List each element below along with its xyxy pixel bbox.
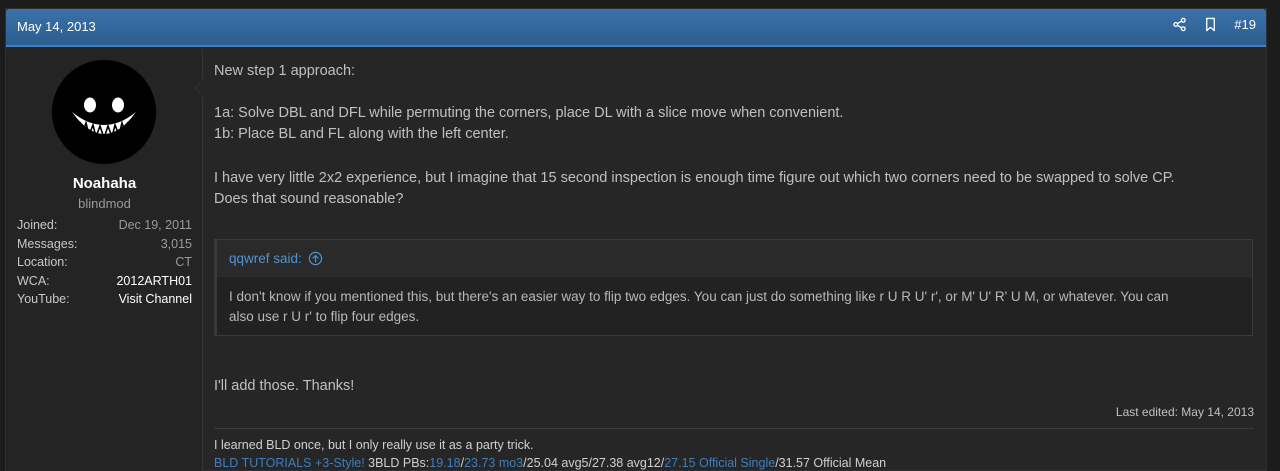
official-single-link[interactable]: 27.15 Official Single <box>664 456 775 470</box>
post-number-link[interactable]: #19 <box>1234 17 1256 32</box>
signature: I learned BLD once, but I only really us… <box>214 436 886 471</box>
stat-value: Dec 19, 2011 <box>118 218 192 232</box>
sig-official-mean: /31.57 Official Mean <box>775 456 887 470</box>
message-line: 1a: Solve DBL and DFL while permuting th… <box>214 105 844 121</box>
stat-youtube: YouTube: Visit Channel <box>17 292 192 311</box>
user-title: blindmod <box>78 196 131 211</box>
quote-line: also use r U r' to flip four edges. <box>229 309 420 324</box>
message-line: Does that sound reasonable? <box>214 191 404 207</box>
user-arrow <box>194 79 203 97</box>
stat-joined: Joined: Dec 19, 2011 <box>17 218 192 237</box>
signature-line: BLD TUTORIALS +3-Style! 3BLD PBs:19.18/2… <box>214 454 886 471</box>
message-paragraph: I have very little 2x2 experience, but I… <box>214 168 1254 210</box>
message-paragraph: New step 1 approach: <box>214 63 356 79</box>
stat-label: Location: <box>17 255 68 269</box>
message-paragraph: I'll add those. Thanks! <box>214 378 355 394</box>
sig-averages: /25.04 avg5/27.38 avg12/ <box>523 456 665 470</box>
quote-author-link[interactable]: qqwref said: <box>229 248 302 269</box>
avatar[interactable] <box>52 60 156 164</box>
share-icon[interactable] <box>1172 17 1187 32</box>
quote-body: I don't know if you mentioned this, but … <box>217 277 1252 337</box>
quote-line: I don't know if you mentioned this, but … <box>229 289 1169 304</box>
user-stats: Joined: Dec 19, 2011 Messages: 3,015 Loc… <box>17 218 192 311</box>
stat-label: YouTube: <box>17 292 70 306</box>
username[interactable]: Noahaha <box>6 175 203 192</box>
post-header: May 14, 2013 #19 <box>6 9 1266 47</box>
stat-location: Location: CT <box>17 255 192 274</box>
stat-label: WCA: <box>17 273 50 288</box>
arrow-up-circle-icon[interactable] <box>308 251 323 266</box>
signature-divider <box>214 428 1254 429</box>
mo3-pb-link[interactable]: 23.73 mo3 <box>464 456 523 470</box>
single-pb-link[interactable]: 19.18 <box>429 456 460 470</box>
bookmark-icon[interactable] <box>1203 17 1218 32</box>
stat-value[interactable]: 3,015 <box>161 237 192 256</box>
stat-messages: Messages: 3,015 <box>17 237 192 256</box>
signature-line: I learned BLD once, but I only really us… <box>214 438 534 452</box>
message-paragraph: 1a: Solve DBL and DFL while permuting th… <box>214 103 843 145</box>
forum-post: May 14, 2013 #19 Noahaha blindmod Joined… <box>5 8 1267 471</box>
stat-wca: WCA: 2012ARTH01 <box>17 274 192 293</box>
stat-value: CT <box>175 255 192 269</box>
message-line: I have very little 2x2 experience, but I… <box>214 170 1175 186</box>
stat-label: Messages: <box>17 236 78 251</box>
pbs-label: 3BLD PBs: <box>364 456 430 470</box>
youtube-channel-link[interactable]: Visit Channel <box>119 292 192 311</box>
user-sidebar: Noahaha blindmod Joined: Dec 19, 2011 Me… <box>6 49 203 471</box>
last-edited: Last edited: May 14, 2013 <box>1115 405 1254 419</box>
stat-value: 2012ARTH01 <box>116 273 192 288</box>
message-line: 1b: Place BL and FL along with the left … <box>214 126 509 142</box>
quote-block: qqwref said: I don't know if you mention… <box>214 239 1253 336</box>
post-date[interactable]: May 14, 2013 <box>17 19 96 34</box>
post-actions: #19 <box>1172 17 1256 32</box>
avatar-image <box>52 60 156 164</box>
bld-tutorials-link[interactable]: BLD TUTORIALS <box>214 456 312 470</box>
stat-label: Joined: <box>17 218 58 232</box>
3-style-link[interactable]: +3-Style! <box>315 456 365 470</box>
quote-header: qqwref said: <box>217 240 1252 277</box>
